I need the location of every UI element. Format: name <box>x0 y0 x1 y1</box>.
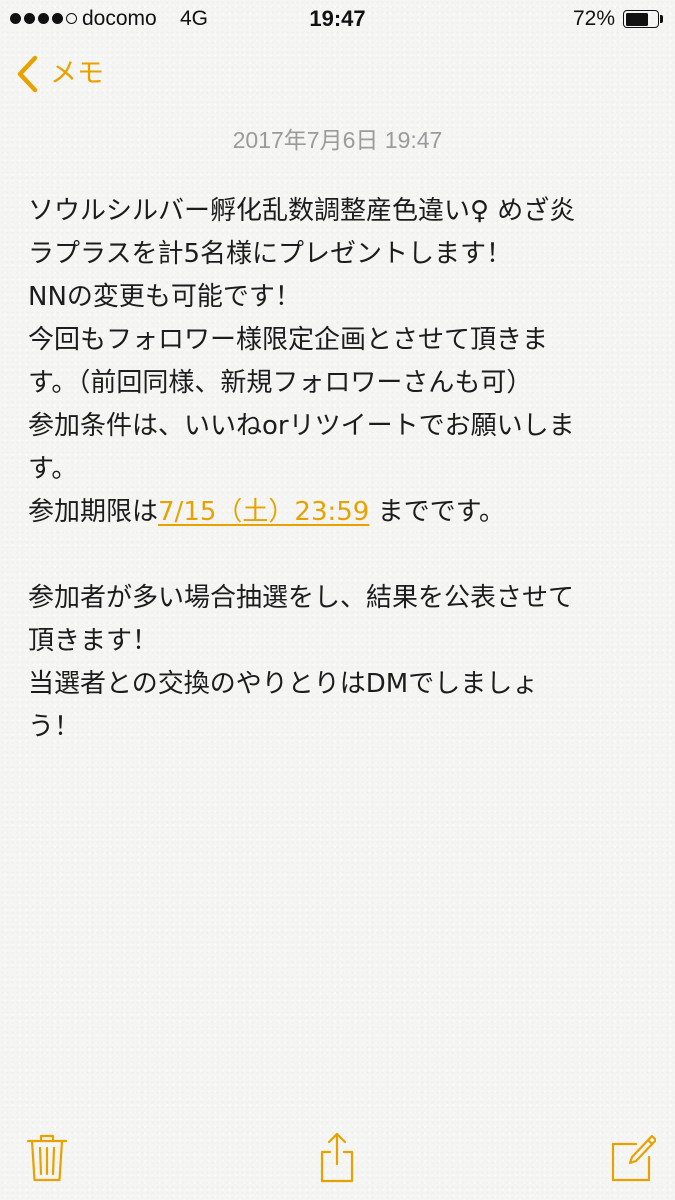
note-line: 当選者との交換のやりとりはDMでしましょ <box>28 669 539 699</box>
note-line: ラプラスを計5名様にプレゼントします！ <box>28 239 513 269</box>
status-bar: docomo 4G 19:47 72% <box>0 0 675 40</box>
trash-icon <box>26 1134 68 1182</box>
note-line: 参加条件は、いいねorリツイートでお願いしま <box>28 411 575 441</box>
deadline-suffix: までです。 <box>369 497 506 527</box>
note-line: 頂きます！ <box>28 626 159 656</box>
share-icon <box>320 1132 354 1183</box>
battery-icon <box>623 10 663 28</box>
battery-percent: 72% <box>572 7 615 30</box>
note-line: 参加者が多い場合抽選をし、結果を公表させて <box>28 583 575 613</box>
note-line-deadline: 参加期限は7/15（土）23:59 までです。 <box>28 491 658 534</box>
note-line: う！ <box>28 712 81 742</box>
compose-icon <box>611 1134 656 1182</box>
trash-button[interactable] <box>22 1130 72 1186</box>
compose-button[interactable] <box>606 1130 656 1186</box>
note-line: 今回もフォロワー様限定企画とさせて頂きま <box>28 325 549 355</box>
chevron-left-icon <box>17 55 38 93</box>
deadline-date-link[interactable]: 7/15（土）23:59 <box>158 497 369 527</box>
back-button[interactable]: メモ <box>14 52 104 96</box>
back-button-label: メモ <box>50 58 104 89</box>
note-line: す。 <box>28 454 78 484</box>
note-line: ソウルシルバー孵化乱数調整産色違い♀ めざ炎 <box>28 196 576 226</box>
note-line: す。（前回同様、新規フォロワーさんも可） <box>28 368 533 398</box>
note-date: 2017年7月6日 19:47 <box>232 127 443 153</box>
deadline-prefix: 参加期限は <box>28 497 159 527</box>
note-body[interactable]: ソウルシルバー孵化乱数調整産色違い♀ めざ炎 ラプラスを計5名様にプレゼントしま… <box>28 190 658 749</box>
share-button[interactable] <box>312 1130 362 1186</box>
note-line: NNの変更も可能です！ <box>28 282 301 312</box>
